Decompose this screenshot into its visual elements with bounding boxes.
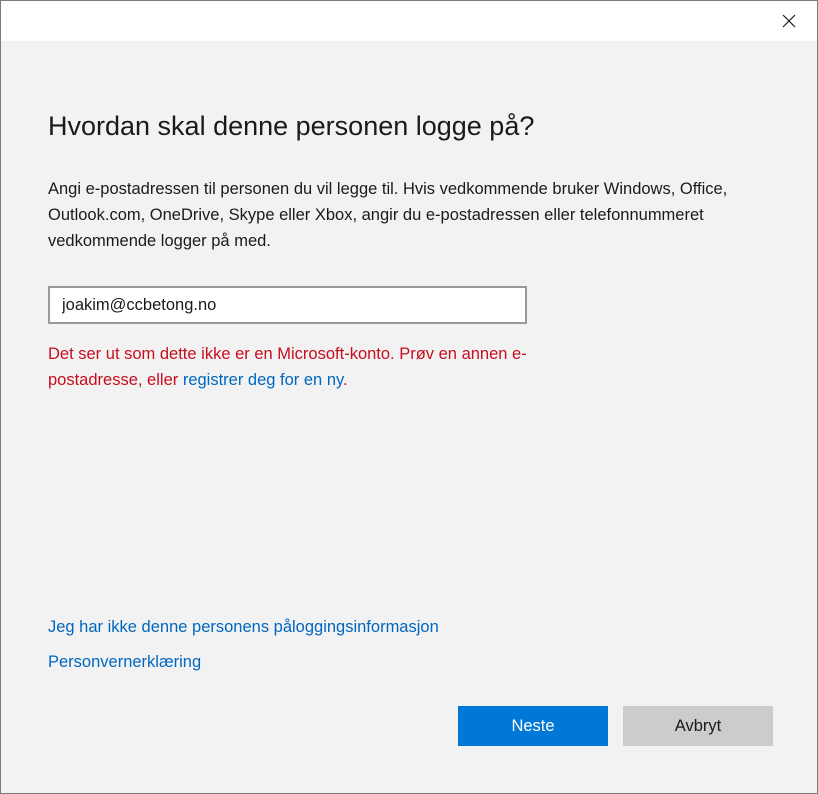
dialog-heading: Hvordan skal denne personen logge på? [48,111,535,141]
privacy-statement-link[interactable]: Personvernerklæring [48,653,201,672]
cancel-button[interactable]: Avbryt [623,706,773,746]
email-input[interactable] [48,286,527,324]
close-icon [782,14,796,28]
no-signin-info-link[interactable]: Jeg har ikke denne personens påloggingsi… [48,618,439,637]
error-suffix: . [343,371,348,389]
error-message: Det ser ut som dette ikke er en Microsof… [48,341,538,393]
next-button[interactable]: Neste [458,706,608,746]
dialog-window: Hvordan skal denne personen logge på? An… [0,0,818,794]
close-button[interactable] [761,1,817,41]
title-bar [1,1,817,41]
instruction-text: Angi e-postadressen til personen du vil … [48,180,728,250]
register-new-account-link[interactable]: registrer deg for en ny [183,371,343,389]
